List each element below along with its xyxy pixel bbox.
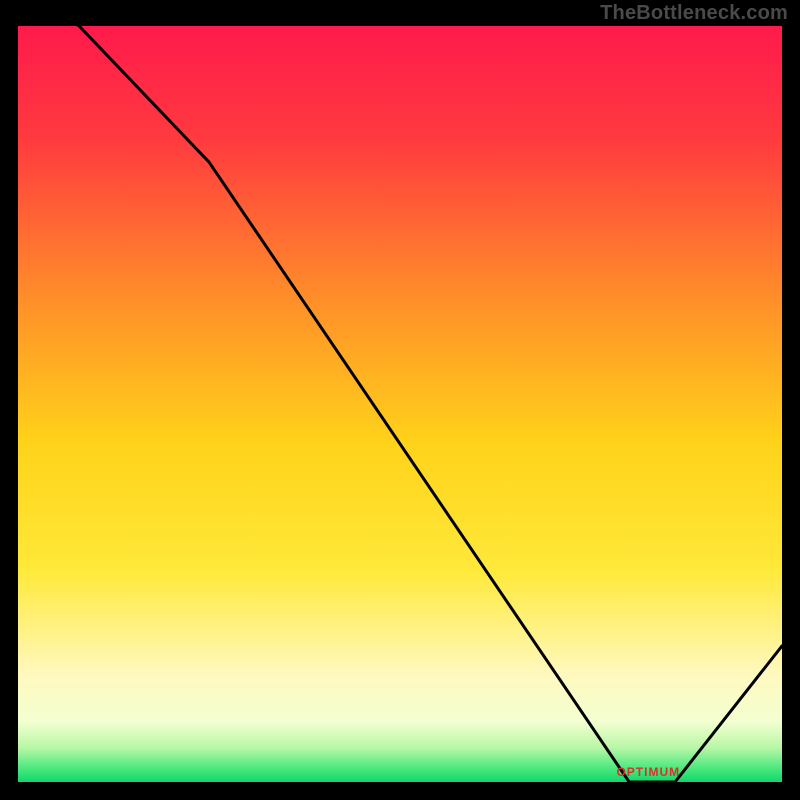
optimum-label: OPTIMUM [616,765,680,779]
plot-frame: OPTIMUM [18,26,782,782]
attribution-text: TheBottleneck.com [600,2,788,25]
gradient-background [18,26,782,782]
chart-stage: TheBottleneck.com OPTIMUM [0,0,800,800]
chart-svg: OPTIMUM [18,26,782,782]
plot-area: OPTIMUM [18,26,782,782]
